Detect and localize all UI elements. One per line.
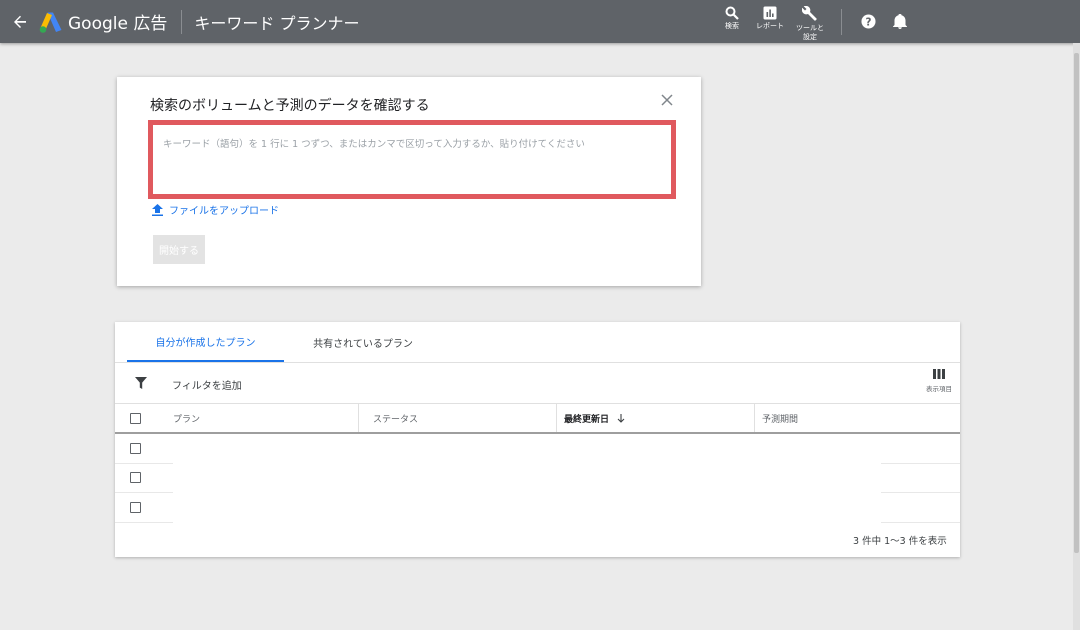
filter-bar: フィルタを追加 表示項目 [115, 363, 960, 404]
upload-icon [152, 203, 163, 216]
help-button[interactable]: ? [852, 0, 884, 43]
search-tool-button[interactable]: 検索 [713, 0, 751, 43]
columns-button[interactable]: 表示項目 [921, 369, 957, 393]
report-tool-button[interactable]: レポート [751, 0, 789, 43]
sort-arrow-down-icon [617, 413, 625, 423]
page-scrollbar[interactable] [1073, 43, 1080, 630]
bell-icon [893, 14, 907, 29]
back-button[interactable] [0, 0, 40, 43]
column-header-last-updated[interactable]: 最終更新日 [556, 404, 754, 432]
page-title: キーワード プランナー [194, 13, 360, 33]
svg-text:?: ? [865, 16, 871, 28]
tools-divider [841, 9, 842, 35]
columns-icon [933, 369, 945, 379]
upload-file-link[interactable]: ファイルをアップロード [152, 202, 279, 217]
table-header: プラン ステータス 最終更新日 予測期間 [115, 404, 960, 434]
row-checkbox[interactable] [130, 443, 141, 454]
tools-settings-label-line1: ツールと [796, 24, 824, 32]
search-volume-dialog: 検索のボリュームと予測のデータを確認する ファイルをアップロード 開始する [117, 77, 701, 286]
dialog-title: 検索のボリュームと予測のデータを確認する [150, 98, 430, 114]
report-tool-label: レポート [756, 22, 784, 30]
column-header-last-updated-label: 最終更新日 [564, 414, 610, 425]
header-divider [181, 9, 183, 34]
tools-settings-button[interactable]: ツールと 設定 [789, 0, 831, 43]
top-app-bar: Google 広告 キーワード プランナー 検索 レポート ツールと 設定 ? [0, 0, 1080, 43]
report-icon [763, 6, 777, 20]
scrollbar-thumb[interactable] [1074, 53, 1079, 553]
wrench-icon [802, 6, 817, 21]
row-divider [881, 492, 960, 493]
column-header-status-label: ステータス [373, 414, 419, 425]
plans-card: 自分が作成したプラン 共有されているプラン フィルタを追加 表示項目 プラン ス… [115, 322, 960, 557]
row-checkbox[interactable] [130, 502, 141, 513]
row-divider [115, 522, 173, 523]
column-header-plan-label: プラン [173, 414, 201, 425]
row-divider [881, 522, 960, 523]
tools-settings-label: ツールと 設定 [796, 24, 824, 42]
row-divider [115, 492, 173, 493]
add-filter-button[interactable]: フィルタを追加 [172, 377, 242, 392]
notifications-button[interactable] [884, 0, 916, 43]
help-icon: ? [860, 14, 876, 29]
search-icon [725, 6, 739, 20]
start-button[interactable]: 開始する [153, 235, 205, 264]
tools-settings-label-line2: 設定 [803, 33, 817, 41]
keyword-input[interactable] [148, 120, 676, 199]
columns-label: 表示項目 [926, 385, 952, 393]
back-arrow-icon [14, 15, 26, 28]
select-all-checkbox[interactable] [130, 413, 141, 424]
column-header-plan[interactable]: プラン [159, 404, 359, 432]
column-header-status[interactable]: ステータス [358, 404, 556, 432]
upload-label: ファイルをアップロード [169, 206, 279, 217]
row-checkbox[interactable] [130, 472, 141, 483]
header-tools: 検索 レポート ツールと 設定 ? [713, 0, 1080, 43]
tab-shared-plans[interactable]: 共有されているプラン [295, 322, 431, 362]
column-header-forecast-period[interactable]: 予測期間 [754, 404, 960, 432]
search-tool-label: 検索 [725, 22, 739, 30]
row-divider [115, 463, 173, 464]
tab-my-plans[interactable]: 自分が作成したプラン [127, 322, 284, 362]
close-icon[interactable] [660, 93, 674, 107]
plan-tabs: 自分が作成したプラン 共有されているプラン [115, 322, 960, 363]
row-divider [881, 463, 960, 464]
filter-icon[interactable] [135, 377, 147, 389]
pagination-summary: 3 件中 1～3 件を表示 [853, 536, 947, 547]
brand-name: Google 広告 [68, 14, 168, 34]
column-header-forecast-period-label: 予測期間 [762, 414, 799, 425]
google-ads-logo-icon [39, 12, 62, 33]
